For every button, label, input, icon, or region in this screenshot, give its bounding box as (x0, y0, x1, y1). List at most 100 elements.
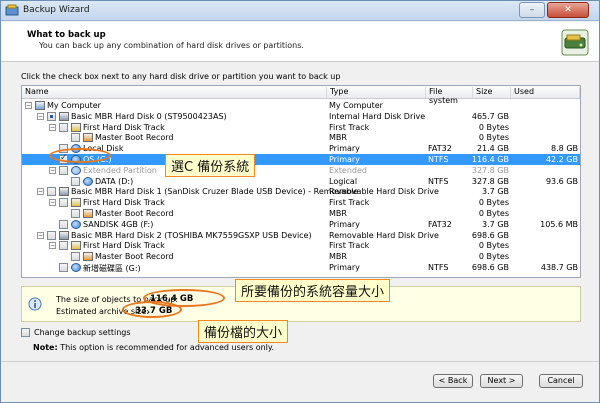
close-button[interactable]: ✕ (547, 2, 589, 18)
tree-expander-icon[interactable]: − (25, 102, 32, 109)
row-size: 0 Bytes (478, 209, 509, 218)
archive-size-highlight (122, 301, 182, 318)
column-header-type[interactable]: Type (327, 87, 426, 98)
minimize-button[interactable]: – (519, 2, 545, 18)
tree-expander-icon[interactable]: − (37, 231, 44, 239)
row-size: 698.6 GB (471, 263, 509, 272)
row-fs: FAT32 (428, 144, 452, 154)
table-row[interactable]: Master Boot Record MBR 0 Bytes (22, 208, 580, 219)
note-prefix: Note: (33, 343, 58, 352)
row-type: Primary (329, 155, 360, 164)
row-name: SANDISK 4GB (F:) (83, 219, 154, 229)
tree-expander-icon[interactable]: − (49, 242, 56, 250)
row-type: Removable Hard Disk Drive (329, 230, 439, 240)
computer-icon (35, 101, 45, 110)
row-name: First Hard Disk Track (83, 198, 165, 208)
row-type: MBR (329, 209, 347, 218)
row-checkbox[interactable] (59, 263, 68, 272)
column-header-name[interactable]: Name (22, 87, 327, 98)
row-name: Master Boot Record (95, 133, 174, 143)
page-title: What to back up (27, 30, 106, 40)
row-size: 116.4 GB (471, 155, 509, 164)
column-header-file-system[interactable]: File system (426, 87, 473, 105)
table-row[interactable]: − First Hard Disk Track First Track 0 Bytes (22, 240, 580, 251)
page-subtitle: You can back up any combination of hard … (39, 41, 304, 50)
row-checkbox[interactable] (59, 241, 68, 251)
extended-partition-icon (71, 165, 81, 175)
row-name: First Hard Disk Track (83, 241, 165, 251)
cancel-button[interactable]: Cancel (539, 374, 583, 388)
title-bar[interactable]: Backup Wizard – ✕ (1, 1, 599, 21)
row-type: Primary (329, 144, 360, 154)
tree-expander-icon[interactable]: − (37, 112, 44, 120)
row-size: 3.7 GB (482, 219, 509, 229)
back-button[interactable]: < Back (433, 374, 473, 388)
table-row[interactable]: − My Computer My Computer (22, 100, 580, 111)
row-size: 0 Bytes (478, 198, 509, 208)
partition-icon (71, 263, 81, 272)
mbr-icon (83, 252, 93, 262)
advanced-note: Note: This option is recommended for adv… (33, 343, 274, 352)
hard-disk-icon (59, 230, 69, 240)
row-name: Basic MBR Hard Disk 1 (SanDisk Cruzer Bl… (71, 187, 359, 197)
row-type: First Track (329, 198, 370, 208)
row-used: 42.2 GB (545, 155, 578, 164)
note-text: This option is recommended for advanced … (60, 343, 275, 352)
row-used: 438.7 GB (540, 263, 578, 272)
row-name: Extended Partition (83, 165, 157, 175)
table-row[interactable]: Master Boot Record MBR 0 Bytes (22, 132, 580, 143)
table-row[interactable]: SANDISK 4GB (F:) Primary FAT32 3.7 GB 105.6 … (22, 219, 580, 230)
row-checkbox[interactable] (59, 165, 68, 175)
row-checkbox[interactable] (59, 219, 68, 229)
tree-expander-icon[interactable]: − (49, 166, 56, 174)
change-settings-checkbox[interactable] (21, 328, 30, 337)
backup-wizard-window: Backup Wizard – ✕ What to back up You ca… (0, 0, 600, 403)
table-row[interactable]: − First Hard Disk Track First Track 0 Bytes (22, 197, 580, 208)
tree-expander-icon[interactable]: − (49, 199, 56, 207)
column-header-used[interactable]: Used (511, 87, 580, 98)
table-row[interactable]: − Basic MBR Hard Disk 2 (TOSHIBA MK7559GS… (22, 230, 580, 241)
hard-disk-icon (59, 111, 69, 121)
table-row[interactable]: − Extended Partition Extended 327.8 GB (22, 165, 580, 176)
row-name: Master Boot Record (95, 252, 174, 262)
row-checkbox[interactable] (71, 252, 80, 262)
row-checkbox[interactable] (59, 198, 68, 208)
table-row[interactable]: DATA (D:) Logical NTFS 327.8 GB 93.6 GB (22, 176, 580, 187)
row-checkbox[interactable] (47, 230, 56, 240)
tree-expander-icon[interactable]: − (37, 188, 44, 196)
change-settings-label[interactable]: Change backup settings (34, 328, 131, 337)
tree-expander-icon[interactable]: − (49, 123, 56, 131)
row-type: First Track (329, 122, 370, 132)
table-row[interactable]: − Basic MBR Hard Disk 1 (SanDisk Cruzer B… (22, 186, 580, 197)
row-size: 0 Bytes (478, 252, 509, 262)
hard-disk-icon (59, 187, 69, 197)
row-type: MBR (329, 252, 347, 262)
row-checkbox[interactable] (47, 111, 56, 121)
row-checkbox[interactable] (71, 133, 80, 143)
table-row[interactable]: 新增磁碟區 (G:) Primary NTFS 698.6 GB 438.7 GB (22, 262, 580, 273)
row-checkbox[interactable] (59, 122, 68, 132)
row-fs: NTFS (428, 263, 449, 272)
row-checkbox[interactable] (71, 176, 80, 186)
row-checkbox[interactable] (71, 209, 80, 218)
row-type: Internal Hard Disk Drive (329, 111, 426, 121)
backup-wizard-icon (5, 4, 19, 16)
mbr-icon (83, 209, 93, 218)
table-header: Name Type File system Size Used (22, 86, 580, 105)
row-checkbox[interactable] (47, 187, 56, 197)
row-type: MBR (329, 133, 347, 143)
column-header-size[interactable]: Size (473, 87, 511, 98)
table-row[interactable]: − First Hard Disk Track First Track 0 Bytes (22, 122, 580, 133)
partition-icon (83, 176, 93, 186)
row-name: 新增磁碟區 (G:) (83, 264, 141, 273)
table-row[interactable]: − Basic MBR Hard Disk 0 (ST9500423AS) Inte… (22, 111, 580, 122)
table-row[interactable]: Master Boot Record MBR 0 Bytes (22, 251, 580, 262)
row-used: 93.6 GB (545, 176, 578, 186)
partition-table[interactable]: Name Type File system Size Used − My Comp… (21, 85, 581, 278)
row-fs: NTFS (428, 155, 449, 164)
row-name: Basic MBR Hard Disk 2 (TOSHIBA MK7559GSX… (71, 230, 312, 240)
next-button[interactable]: Next > (480, 374, 523, 388)
os-partition-highlight (49, 148, 111, 163)
row-fs: NTFS (428, 176, 449, 186)
row-type: My Computer (329, 101, 383, 110)
